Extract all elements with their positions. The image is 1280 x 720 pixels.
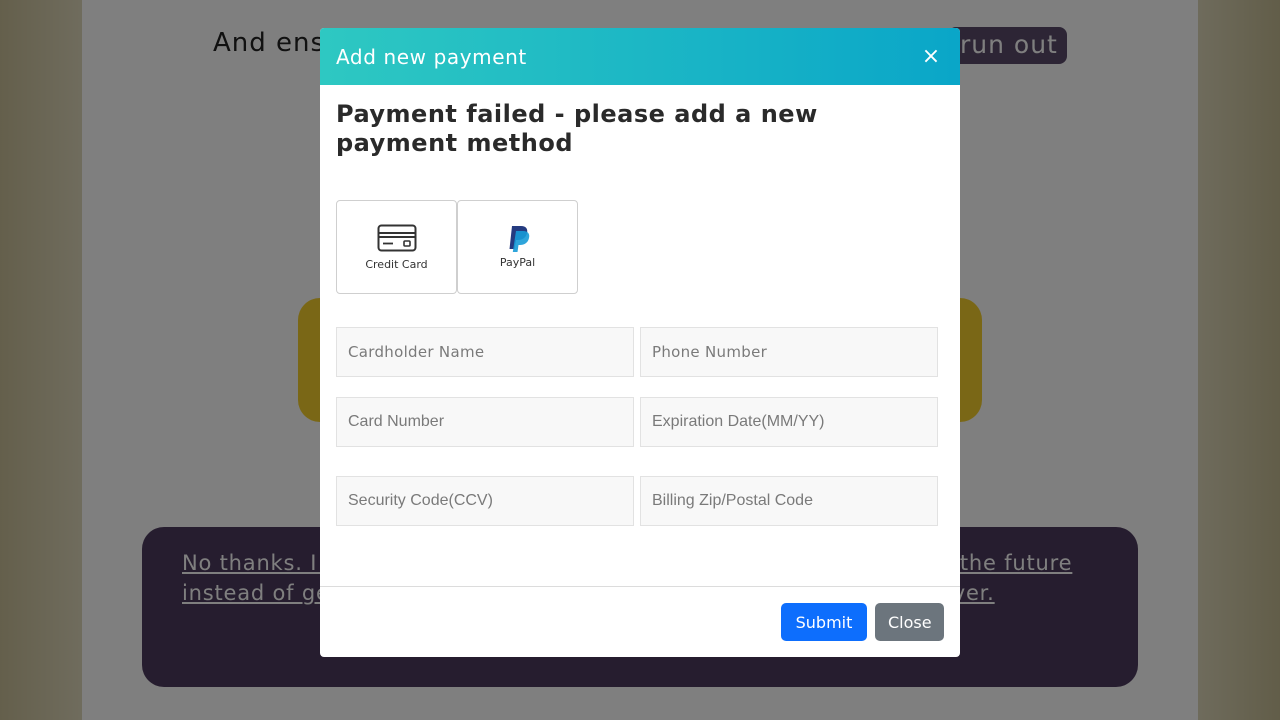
paypal-label: PayPal — [499, 256, 536, 269]
billing-zip-input[interactable] — [640, 476, 938, 526]
close-icon[interactable]: × — [918, 44, 944, 69]
credit-card-option[interactable]: Credit Card — [336, 200, 457, 294]
security-code-input[interactable] — [336, 476, 634, 526]
cardholder-name-input[interactable] — [336, 327, 634, 377]
modal-title: Add new payment — [336, 44, 527, 69]
footer-divider — [320, 586, 960, 587]
expiration-date-input[interactable] — [640, 397, 938, 447]
payment-modal: Add new payment × Payment failed - pleas… — [320, 28, 960, 657]
close-button[interactable]: Close — [875, 603, 944, 641]
credit-card-icon — [377, 224, 417, 252]
submit-button[interactable]: Submit — [781, 603, 867, 641]
card-number-input[interactable] — [336, 397, 634, 447]
paypal-option[interactable]: PayPal — [457, 200, 578, 294]
phone-number-input[interactable] — [640, 327, 938, 377]
payment-failed-heading: Payment failed - please add a new paymen… — [336, 100, 818, 157]
paypal-icon — [509, 226, 530, 252]
credit-card-label: Credit Card — [365, 258, 428, 271]
modal-header: Add new payment × — [320, 28, 960, 85]
